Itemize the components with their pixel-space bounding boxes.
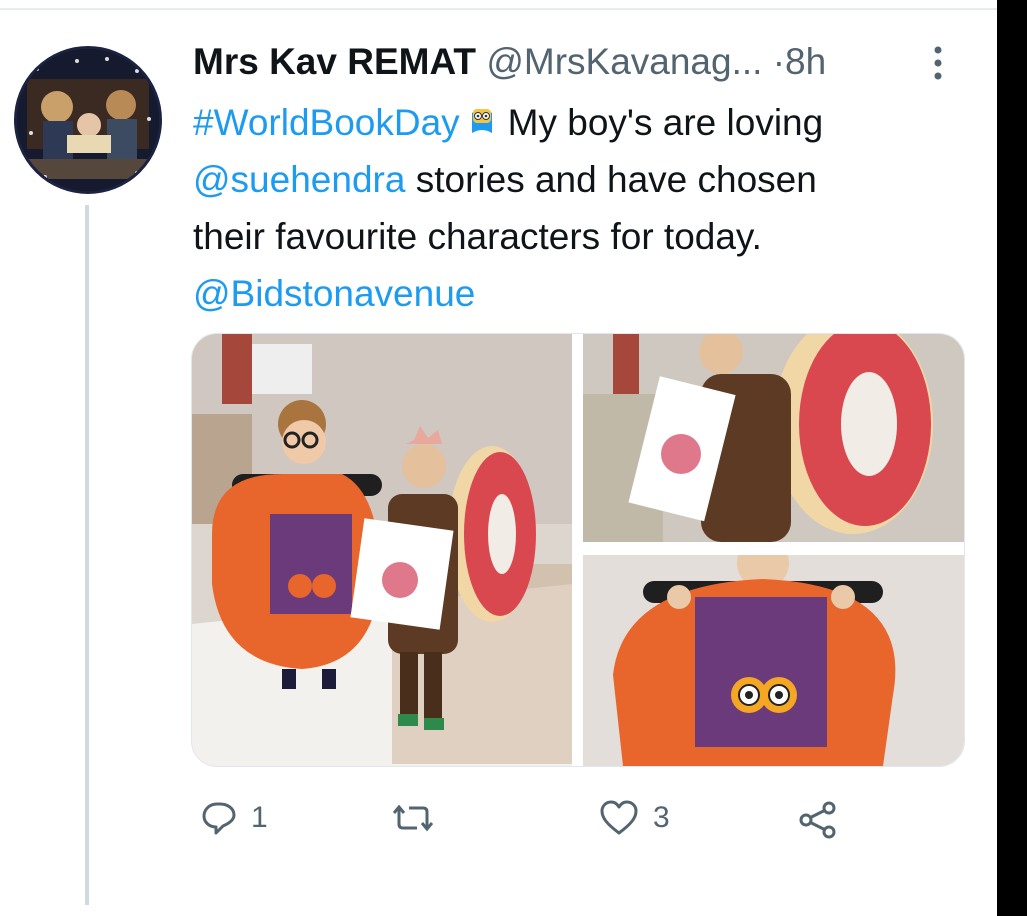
owl-book-emoji-icon [471, 109, 492, 133]
author-name[interactable]: Mrs Kav REMAT [193, 41, 476, 82]
tweet-time[interactable]: 8h [785, 41, 826, 82]
author-avatar[interactable] [14, 46, 162, 194]
photo-pumpkin-book[interactable] [583, 555, 964, 766]
photo-two-boys-costumes[interactable] [192, 334, 572, 766]
reply-button[interactable]: 1 [201, 800, 268, 836]
avatar-image [17, 49, 159, 191]
photo-slug-costume[interactable] [583, 334, 964, 542]
hashtag-link[interactable]: #WorldBookDay [193, 102, 460, 143]
author-handle[interactable]: @MrsKavanag... [486, 41, 762, 82]
tweet-text-3: their favourite characters for today. [193, 216, 762, 257]
share-button[interactable] [798, 800, 838, 840]
tweet-header: Mrs Kav REMAT @MrsKavanag... ·8h [193, 40, 826, 84]
mention-link-bidstonavenue[interactable]: @Bidstonavenue [193, 265, 983, 322]
like-button[interactable]: 3 [599, 800, 670, 836]
tweet-body: #WorldBookDay My boy's are loving @suehe… [193, 94, 983, 322]
top-divider [0, 8, 1000, 10]
mention-link-suehendra[interactable]: @suehendra [193, 159, 405, 200]
tweet-line-2: @suehendra stories and have chosen [193, 151, 983, 208]
more-options-icon[interactable] [928, 42, 948, 84]
photo-image-top-right [583, 334, 964, 542]
tweet-text-1: My boy's are loving [507, 102, 824, 143]
like-count: 3 [653, 801, 670, 834]
photo-image-left [192, 334, 572, 766]
reply-count: 1 [251, 801, 268, 834]
retweet-icon [393, 804, 433, 832]
tweet-line-1: #WorldBookDay My boy's are loving [193, 94, 983, 151]
action-bar: 1 3 [193, 800, 893, 850]
media-grid [191, 333, 965, 767]
share-icon [799, 801, 836, 839]
photo-image-bottom-right [583, 555, 964, 766]
separator-dot: · [772, 41, 786, 82]
like-icon [600, 800, 638, 835]
screen-edge [997, 0, 1027, 916]
tweet-text-2: stories and have chosen [415, 159, 817, 200]
retweet-button[interactable] [393, 800, 447, 836]
reply-icon [202, 802, 236, 835]
thread-line [85, 205, 89, 905]
